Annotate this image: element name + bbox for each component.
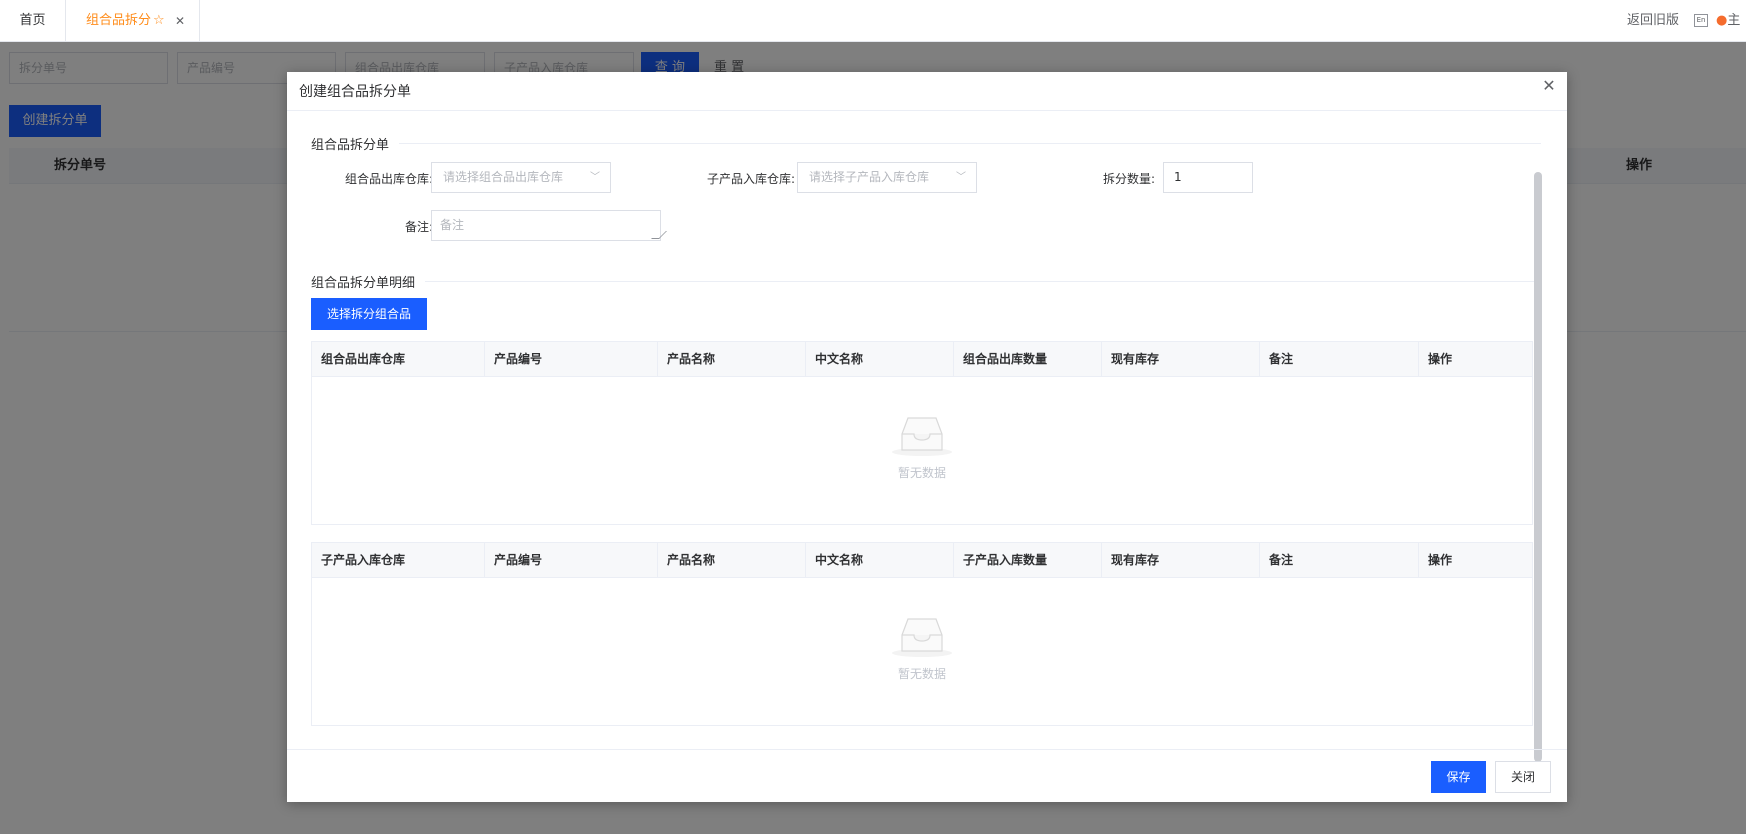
tab-combo-split[interactable]: 组合品拆分 ☆ ✕ <box>66 0 200 42</box>
tab-combo-split-label: 组合品拆分 <box>86 13 152 28</box>
child-in-warehouse-label: 子产品入库仓库: <box>706 172 795 186</box>
empty-text: 暂无数据 <box>897 667 946 681</box>
column-header: 现有库存 <box>1101 543 1259 578</box>
section-title-detail: 组合品拆分单明细 <box>311 272 426 291</box>
child-product-table: 子产品入库仓库 产品编号 产品名称 中文名称 子产品入库数量 现有库存 备注 操… <box>311 542 1533 726</box>
save-button[interactable]: 保存 <box>1431 761 1486 793</box>
dialog-scrollbar[interactable] <box>1534 172 1542 762</box>
dialog-header: 创建组合品拆分单 ✕ <box>287 72 1567 111</box>
combo-table-header: 组合品出库仓库 产品编号 产品名称 中文名称 组合品出库数量 现有库存 备注 操… <box>312 342 1532 377</box>
column-header: 中文名称 <box>805 543 953 578</box>
select-combo-product-button[interactable]: 选择拆分组合品 <box>311 298 427 330</box>
column-header: 操作 <box>1418 543 1532 578</box>
remark-label: 备注: <box>404 220 433 234</box>
column-header: 子产品入库仓库 <box>321 553 406 567</box>
remark-placeholder: 备注 <box>440 218 465 232</box>
column-header: 产品名称 <box>657 543 805 578</box>
combo-out-warehouse-select[interactable]: 请选择组合品出库仓库 ﹀ <box>431 162 611 193</box>
column-header: 操作 <box>1418 342 1532 377</box>
dialog-title: 创建组合品拆分单 <box>299 84 411 100</box>
split-quantity-label: 拆分数量: <box>1102 172 1155 186</box>
empty-text: 暂无数据 <box>897 466 946 480</box>
column-header: 备注 <box>1259 342 1418 377</box>
column-header: 现有库存 <box>1101 342 1259 377</box>
column-header: 组合品出库仓库 <box>321 352 406 366</box>
column-header: 产品编号 <box>484 342 657 377</box>
close-icon[interactable]: ✕ <box>175 0 185 42</box>
dialog-footer: 保存 关闭 <box>287 749 1567 802</box>
tab-home[interactable]: 首页 <box>0 0 66 42</box>
chevron-down-icon: ﹀ <box>590 172 600 183</box>
dialog-body: 组合品拆分单 组合品出库仓库: 请选择组合品出库仓库 ﹀ 子产品入库仓库: 请选… <box>287 112 1567 762</box>
back-to-old-version-link[interactable]: 返回旧版 <box>1627 0 1679 42</box>
section-divider <box>311 281 1541 282</box>
language-icon[interactable]: En <box>1694 14 1708 27</box>
palette-icon: ● <box>1716 13 1728 28</box>
resize-handle-icon[interactable] <box>651 231 667 239</box>
tab-bar: 首页 组合品拆分 ☆ ✕ 返回旧版 En ●主 <box>0 0 1746 42</box>
close-button[interactable]: 关闭 <box>1495 761 1551 793</box>
child-in-warehouse-placeholder: 请选择子产品入库仓库 <box>809 170 930 184</box>
column-header: 组合品出库数量 <box>953 342 1101 377</box>
column-header: 子产品入库数量 <box>953 543 1101 578</box>
split-quantity-input[interactable]: 1 <box>1163 162 1253 193</box>
combo-out-warehouse-placeholder: 请选择组合品出库仓库 <box>443 170 564 184</box>
create-combo-split-dialog: 创建组合品拆分单 ✕ 组合品拆分单 组合品出库仓库: 请选择组合品出库仓库 ﹀ … <box>287 72 1567 802</box>
star-icon[interactable]: ☆ <box>153 0 165 42</box>
close-icon[interactable]: ✕ <box>1539 76 1559 96</box>
column-header: 中文名称 <box>805 342 953 377</box>
combo-product-table: 组合品出库仓库 产品编号 产品名称 中文名称 组合品出库数量 现有库存 备注 操… <box>311 341 1533 525</box>
child-table-header: 子产品入库仓库 产品编号 产品名称 中文名称 子产品入库数量 现有库存 备注 操… <box>312 543 1532 578</box>
empty-box-icon <box>892 618 952 657</box>
column-header: 备注 <box>1259 543 1418 578</box>
chevron-down-icon: ﹀ <box>956 172 966 183</box>
theme-switch[interactable]: ●主 <box>1716 0 1746 42</box>
empty-box-icon <box>892 417 952 456</box>
combo-out-warehouse-label: 组合品出库仓库: <box>344 172 433 186</box>
section-title-main: 组合品拆分单 <box>311 134 400 153</box>
column-header: 产品名称 <box>657 342 805 377</box>
child-in-warehouse-select[interactable]: 请选择子产品入库仓库 ﹀ <box>797 162 977 193</box>
column-header: 产品编号 <box>484 543 657 578</box>
remark-textarea[interactable]: 备注 <box>431 210 667 241</box>
section-divider <box>311 143 1541 144</box>
theme-label: 主 <box>1727 13 1741 28</box>
